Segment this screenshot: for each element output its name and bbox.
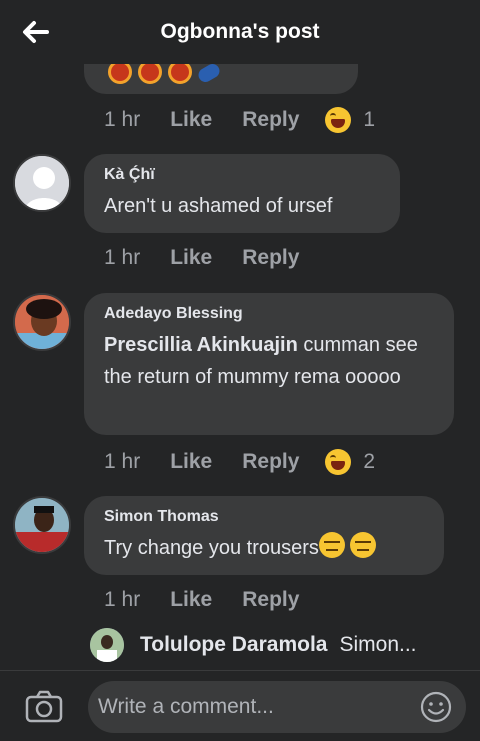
reaction-count: 1 [363, 108, 376, 131]
haha-reaction-icon [325, 107, 352, 133]
reply-snippet: Simon... [339, 633, 417, 656]
splash-emoji-icon [195, 61, 223, 85]
expressionless-emoji-icon [350, 532, 377, 558]
comment-input[interactable] [98, 689, 398, 725]
smiley-icon [420, 691, 452, 723]
mention-link[interactable]: Prescillia Akinkuajin [104, 334, 298, 356]
avatar[interactable] [13, 154, 71, 212]
comment-composer [0, 670, 480, 741]
reply-avatar[interactable] [90, 628, 124, 662]
comment-bubble[interactable]: Adedayo Blessing Prescillia Akinkuajin c… [84, 293, 454, 435]
haha-reaction-icon [325, 449, 352, 475]
comment-input-container [88, 681, 466, 733]
camera-icon [25, 690, 63, 723]
like-button[interactable]: Like [170, 108, 212, 132]
comment-time: 1 hr [104, 246, 141, 269]
comment-time: 1 hr [104, 450, 141, 473]
avatar[interactable] [13, 496, 71, 554]
reply-button[interactable]: Reply [242, 108, 299, 132]
reply-button[interactable]: Reply [242, 450, 299, 474]
like-button[interactable]: Like [170, 450, 212, 474]
like-button[interactable]: Like [170, 588, 212, 612]
comment-text: Try change you trousers [104, 532, 424, 564]
avatar[interactable] [13, 293, 71, 351]
reply-author[interactable]: Tolulope Daramola [140, 633, 327, 657]
default-avatar-icon [15, 156, 69, 210]
comment-author[interactable]: Adedayo Blessing [104, 305, 434, 323]
comments-feed: 1 hr Like Reply 1 Kà Ḉhï Aren't u ashame… [0, 0, 480, 670]
user-photo-icon [90, 628, 124, 662]
comment-time: 1 hr [104, 108, 141, 131]
comment-author[interactable]: Kà Ḉhï [104, 166, 380, 184]
camera-button[interactable] [24, 689, 64, 725]
emoji-button[interactable] [420, 691, 452, 723]
comment-text-body: Try change you trousers [104, 537, 319, 559]
user-photo-icon [15, 498, 69, 552]
like-button[interactable]: Like [170, 246, 212, 270]
reaction-summary[interactable]: 1 [325, 107, 375, 133]
comment-text: Prescillia Akinkuajin cumman see the ret… [104, 329, 434, 393]
reply-button[interactable]: Reply [242, 246, 299, 270]
user-photo-icon [15, 295, 69, 349]
reply-preview[interactable]: Tolulope Daramola Simon... [90, 628, 417, 662]
comment-author[interactable]: Simon Thomas [104, 508, 424, 526]
reaction-summary[interactable]: 2 [325, 449, 375, 475]
comment-bubble[interactable]: Kà Ḉhï Aren't u ashamed of ursef [84, 154, 400, 233]
comment-bubble[interactable]: Simon Thomas Try change you trousers [84, 496, 444, 575]
comment-actions: 1 hr Like Reply 1 [104, 107, 375, 133]
comment-actions: 1 hr Like Reply [104, 246, 325, 270]
comment-actions: 1 hr Like Reply [104, 588, 325, 612]
comment-actions: 1 hr Like Reply 2 [104, 449, 375, 475]
page-title: Ogbonna's post [160, 20, 320, 43]
top-bar: Ogbonna's post [0, 0, 480, 64]
comment-time: 1 hr [104, 588, 141, 611]
reaction-count: 2 [363, 450, 376, 473]
comment-text: Aren't u ashamed of ursef [104, 195, 333, 217]
expressionless-emoji-icon [318, 532, 345, 558]
reply-button[interactable]: Reply [242, 588, 299, 612]
